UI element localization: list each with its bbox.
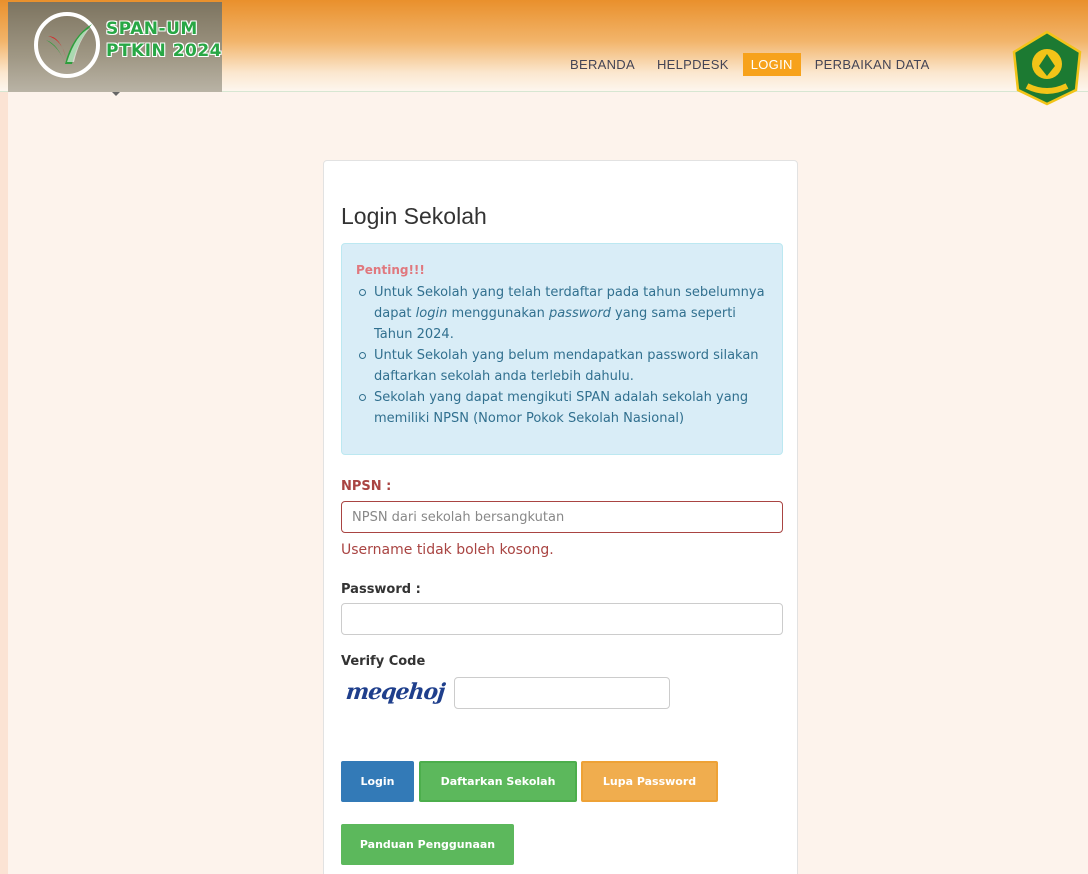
alert-title: Penting!!!	[356, 263, 425, 277]
span-um-emblem-icon	[34, 12, 100, 78]
user-guide-button[interactable]: Panduan Penggunaan	[341, 824, 514, 865]
logo-line1: SPAN-UM	[106, 19, 198, 39]
nav-item-perbaikan-data[interactable]: PERBAIKAN DATA	[807, 53, 938, 76]
logo-text: SPAN-UM PTKIN 2024	[106, 18, 222, 62]
register-school-button[interactable]: Daftarkan Sekolah	[419, 761, 577, 802]
site-logo[interactable]: SPAN-UM PTKIN 2024	[8, 2, 222, 92]
main-nav: BERANDA HELPDESK LOGIN PERBAIKAN DATA	[562, 53, 944, 76]
nav-item-helpdesk[interactable]: HELPDESK	[649, 53, 737, 76]
left-edge-strip	[0, 0, 8, 874]
npsn-input[interactable]	[341, 501, 783, 533]
verify-code-label: Verify Code	[341, 654, 426, 669]
alert-list: Untuk Sekolah yang telah terdaftar pada …	[356, 282, 768, 429]
captcha-input[interactable]	[454, 677, 670, 709]
kemenag-logo-icon	[1012, 30, 1082, 106]
password-label: Password :	[341, 582, 421, 597]
page-title: Login Sekolah	[341, 203, 487, 229]
alert-item-2: Untuk Sekolah yang belum mendapatkan pas…	[359, 345, 768, 387]
alert-item-1-text-b: login	[415, 306, 448, 321]
captcha-image: meqehoj	[344, 679, 446, 705]
npsn-error-message: Username tidak boleh kosong.	[341, 542, 554, 558]
alert-item-3: Sekolah yang dapat mengikuti SPAN adalah…	[359, 387, 768, 429]
alert-item-1-text-d: password	[548, 306, 611, 321]
nav-item-login[interactable]: LOGIN	[742, 53, 801, 76]
forgot-password-button[interactable]: Lupa Password	[581, 761, 718, 802]
password-input[interactable]	[341, 603, 783, 635]
npsn-label: NPSN :	[341, 479, 392, 494]
alert-item-1-text-c: menggunakan	[447, 306, 549, 321]
login-button[interactable]: Login	[341, 761, 414, 802]
alert-item-1: Untuk Sekolah yang telah terdaftar pada …	[359, 282, 768, 345]
login-card: Login Sekolah Penting!!! Untuk Sekolah y…	[323, 160, 798, 874]
logo-caret-icon	[112, 92, 120, 96]
logo-line2: PTKIN 2024	[106, 41, 223, 61]
nav-item-beranda[interactable]: BERANDA	[562, 53, 643, 76]
info-alert: Penting!!! Untuk Sekolah yang telah terd…	[341, 243, 783, 455]
site-header: SPAN-UM PTKIN 2024 BERANDA HELPDESK LOGI…	[0, 0, 1088, 106]
